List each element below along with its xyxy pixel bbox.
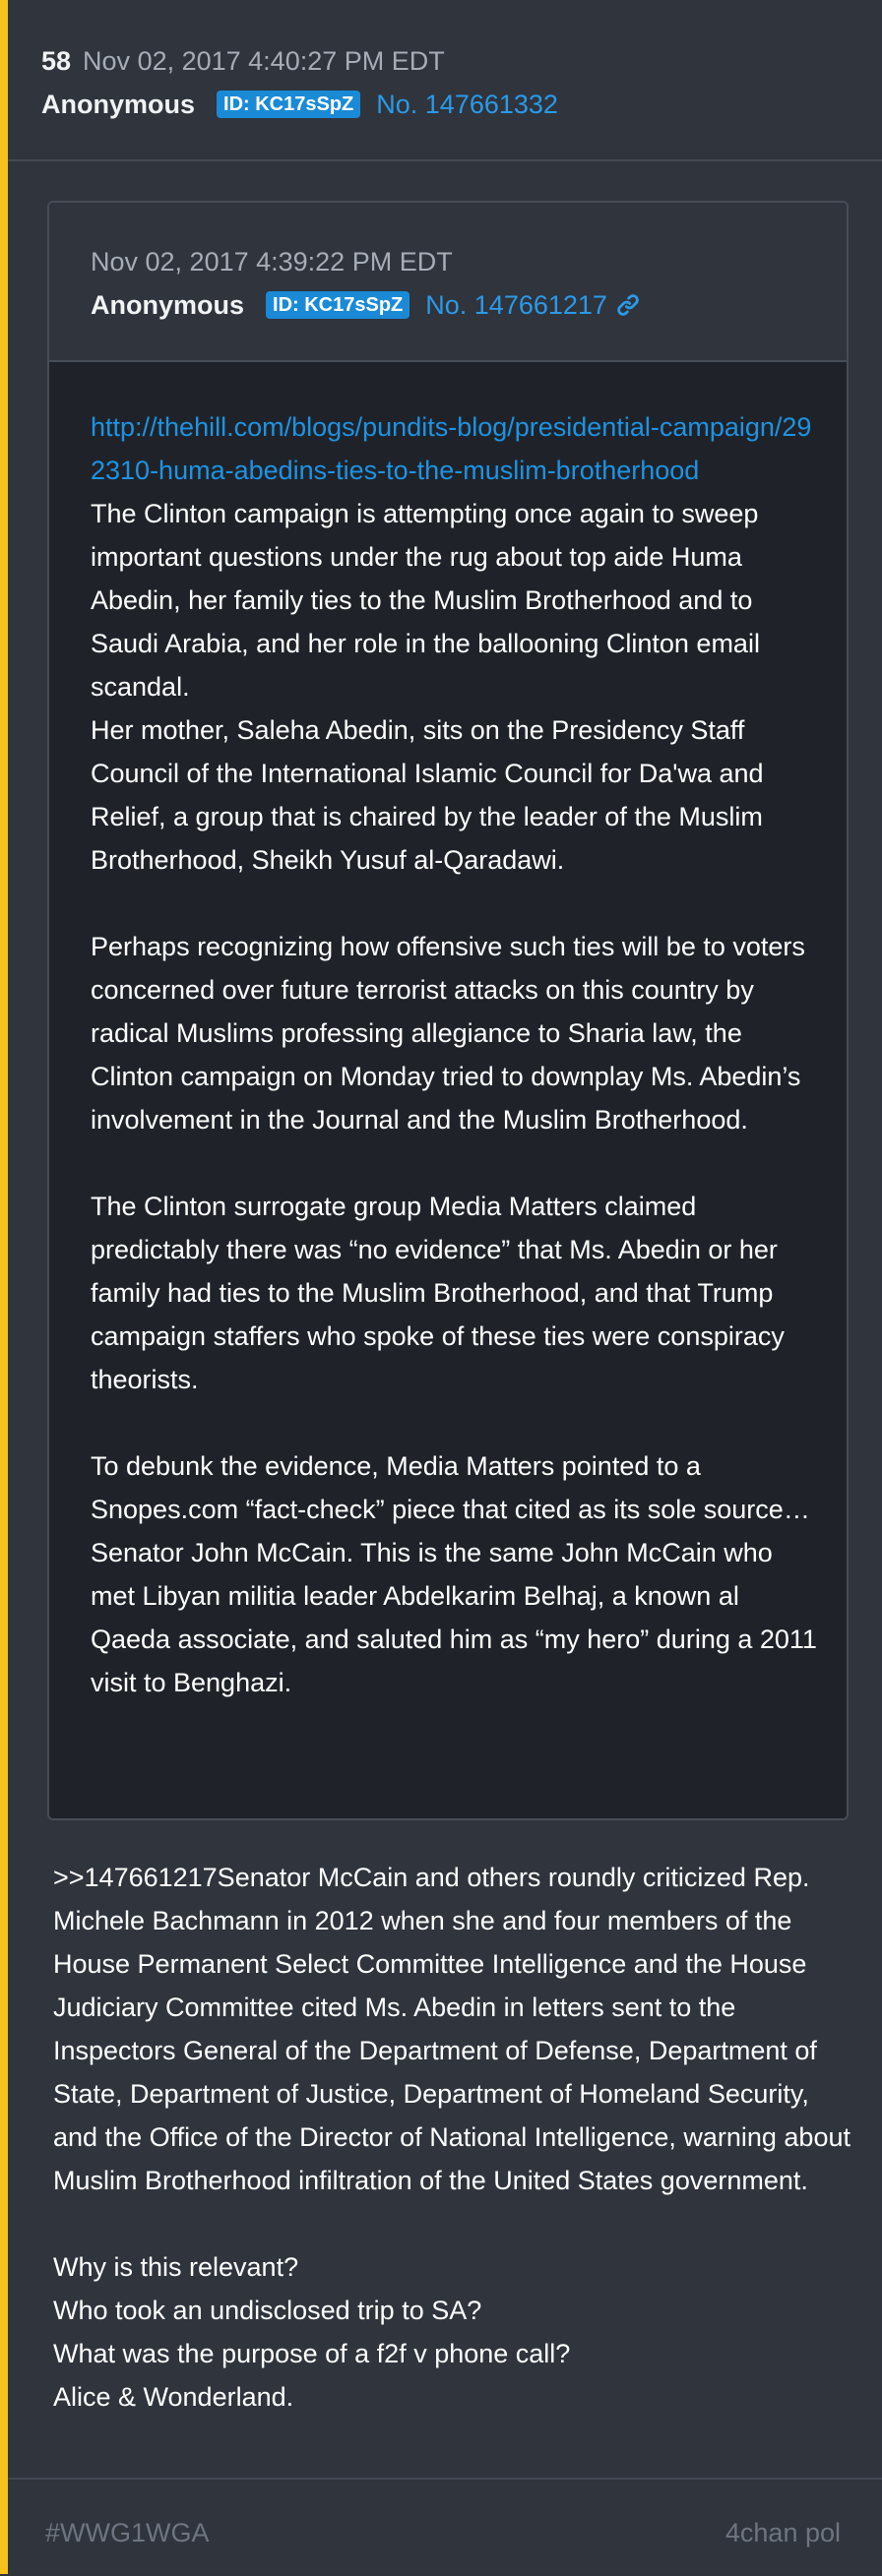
post-line: Who took an undisclosed trip to SA? bbox=[53, 2296, 482, 2325]
post-card: 58 Nov 02, 2017 4:40:27 PM EDT Anonymous … bbox=[0, 0, 882, 2574]
post-header: 58 Nov 02, 2017 4:40:27 PM EDT Anonymous … bbox=[8, 0, 882, 161]
poster-id-badge[interactable]: ID: KC17sSpZ bbox=[217, 91, 361, 118]
quoted-paragraph: The Clinton campaign is attempting once … bbox=[91, 499, 760, 702]
quoted-post-author: Anonymous bbox=[91, 290, 245, 320]
post-line: Alice & Wonderland. bbox=[53, 2382, 294, 2412]
post-body: >>147661217Senator McCain and others rou… bbox=[53, 1856, 850, 2419]
post-number-link[interactable]: No. 147661332 bbox=[376, 87, 558, 122]
post-timestamp: Nov 02, 2017 4:40:27 PM EDT bbox=[83, 46, 445, 76]
post-meta-line: 58 Nov 02, 2017 4:40:27 PM EDT bbox=[41, 43, 445, 79]
post-author: Anonymous bbox=[41, 90, 196, 119]
post-footer: #WWG1WGA 4chan pol bbox=[8, 2478, 882, 2576]
quoted-post-number-link[interactable]: No. 147661217 bbox=[425, 287, 607, 323]
post-line: What was the purpose of a f2f v phone ca… bbox=[53, 2339, 571, 2368]
quoted-post-body: http://thehill.com/blogs/pundits-blog/pr… bbox=[91, 405, 819, 1704]
quoted-paragraph: Perhaps recognizing how offensive such t… bbox=[91, 932, 805, 1135]
quoted-paragraph: To debunk the evidence, Media Matters po… bbox=[91, 1451, 817, 1697]
post-number: 58 bbox=[41, 46, 72, 76]
quoted-paragraph: Her mother, Saleha Abedin, sits on the P… bbox=[91, 715, 764, 875]
quoted-post-author-line: Anonymous ID: KC17sSpZ No. 147661217 bbox=[91, 287, 641, 323]
source-label: 4chan pol bbox=[724, 2518, 841, 2547]
chain-link-icon[interactable] bbox=[615, 292, 641, 318]
hashtag-label: #WWG1WGA bbox=[45, 2518, 210, 2547]
quoted-poster-id-badge[interactable]: ID: KC17sSpZ bbox=[266, 291, 410, 319]
quoted-post: Nov 02, 2017 4:39:22 PM EDT Anonymous ID… bbox=[47, 201, 849, 1820]
post-line: Why is this relevant? bbox=[53, 2252, 299, 2282]
post-paragraph: >>147661217Senator McCain and others rou… bbox=[53, 1863, 850, 2195]
post-author-line: Anonymous ID: KC17sSpZ No. 147661332 bbox=[41, 87, 558, 122]
article-link[interactable]: http://thehill.com/blogs/pundits-blog/pr… bbox=[91, 405, 819, 492]
quoted-post-timestamp: Nov 02, 2017 4:39:22 PM EDT bbox=[91, 247, 453, 276]
quoted-paragraph: The Clinton surrogate group Media Matter… bbox=[91, 1192, 785, 1394]
quoted-post-header: Nov 02, 2017 4:39:22 PM EDT Anonymous ID… bbox=[49, 203, 847, 362]
